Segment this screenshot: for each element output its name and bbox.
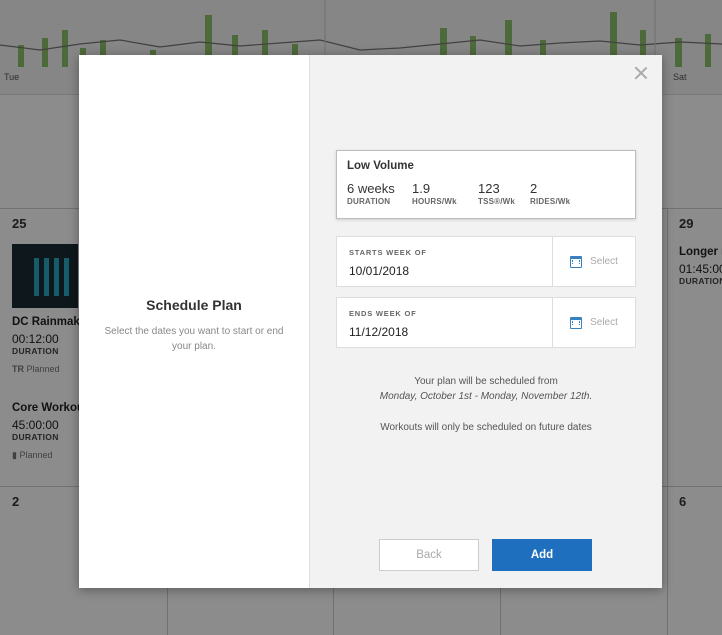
stat-value: 6 weeks: [347, 181, 395, 196]
stat-value: 2: [530, 181, 538, 196]
modal-info-panel: Schedule Plan Select the dates you want …: [79, 55, 309, 588]
future-dates-note: Workouts will only be scheduled on futur…: [380, 422, 592, 433]
end-date-label: ENDS WEEK OF: [349, 309, 417, 318]
close-icon[interactable]: [634, 66, 648, 80]
plan-stats: 6 weeks DURATION 1.9 HOURS/Wk 123 TSS®/W…: [347, 181, 625, 206]
end-date-value: 11/12/2018: [349, 325, 409, 339]
stat-tss: 123 TSS®/Wk: [478, 181, 530, 206]
modal-title: Schedule Plan: [146, 297, 242, 313]
plan-name: Low Volume: [347, 160, 414, 172]
modal-form-panel: Low Volume 6 weeks DURATION 1.9 HOURS/Wk…: [309, 55, 662, 588]
start-date-value: 10/01/2018: [349, 264, 410, 278]
schedule-summary-range: Monday, October 1st - Monday, November 1…: [379, 391, 593, 402]
start-date-field: STARTS WEEK OF 10/01/2018 Select: [336, 236, 636, 287]
calendar-icon: [570, 255, 583, 268]
stat-duration: 6 weeks DURATION: [347, 181, 412, 206]
stat-rides: 2 RIDES/Wk: [530, 181, 570, 206]
select-label: Select: [590, 256, 618, 267]
stat-label: TSS®/Wk: [478, 197, 516, 206]
select-label: Select: [590, 317, 618, 328]
calendar-icon: [570, 316, 583, 329]
stat-hours: 1.9 HOURS/Wk: [412, 181, 478, 206]
stat-value: 1.9: [412, 181, 431, 196]
add-button[interactable]: Add: [492, 539, 592, 571]
end-date-field: ENDS WEEK OF 11/12/2018 Select: [336, 297, 636, 348]
schedule-summary-line1: Your plan will be scheduled from: [414, 376, 558, 387]
stat-label: RIDES/Wk: [530, 197, 571, 206]
start-date-label: STARTS WEEK OF: [349, 248, 427, 257]
plan-summary-card: Low Volume 6 weeks DURATION 1.9 HOURS/Wk…: [336, 150, 636, 219]
stat-value: 123: [478, 181, 500, 196]
end-date-input[interactable]: ENDS WEEK OF 11/12/2018: [337, 298, 552, 347]
modal-description: Select the dates you want to start or en…: [104, 326, 284, 352]
schedule-plan-modal: Schedule Plan Select the dates you want …: [79, 55, 662, 588]
end-date-select-button[interactable]: Select: [552, 298, 635, 347]
back-button[interactable]: Back: [379, 539, 479, 571]
start-date-select-button[interactable]: Select: [552, 237, 635, 286]
start-date-input[interactable]: STARTS WEEK OF 10/01/2018: [337, 237, 552, 286]
stat-label: HOURS/Wk: [412, 197, 457, 206]
stat-label: DURATION: [347, 197, 391, 206]
